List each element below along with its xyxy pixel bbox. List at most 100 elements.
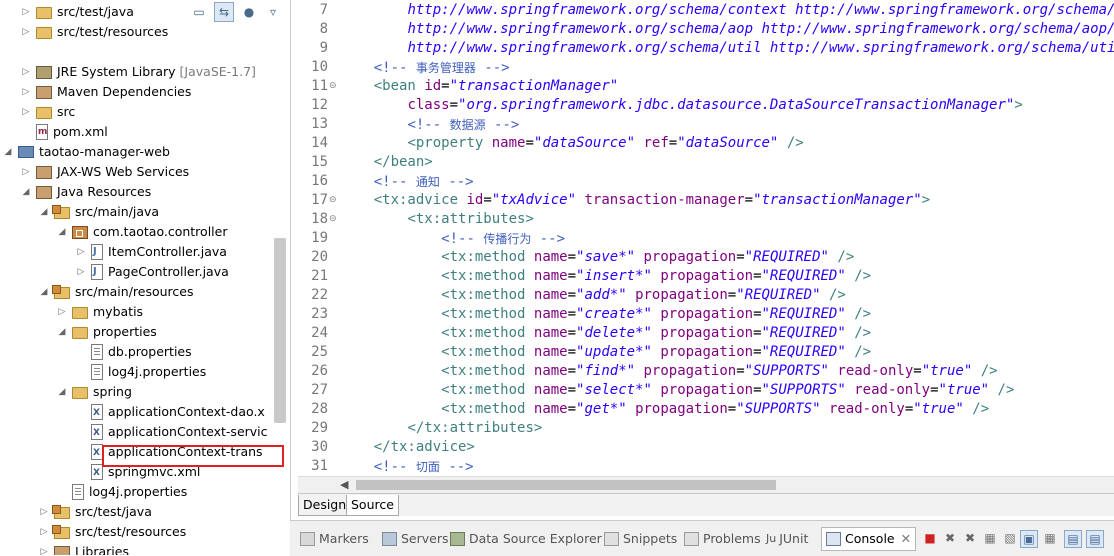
open-console-icon[interactable]: ▤ — [1064, 530, 1082, 548]
scroll-left-icon[interactable]: ◀ — [340, 478, 348, 491]
tree-item[interactable]: ▷ src/test/resources — [20, 22, 168, 42]
fold-toggle-icon[interactable]: ⊝ — [329, 214, 337, 224]
collapse-arrow-icon[interactable]: ◢ — [38, 282, 50, 302]
tree-item-label: src/test/java — [57, 4, 134, 19]
line-number: 23 — [311, 306, 328, 322]
tree-item[interactable]: ▷ mybatis — [56, 302, 143, 322]
tab-snippets[interactable]: Snippets — [604, 530, 677, 548]
clear-console-icon[interactable]: ▦ — [982, 530, 998, 546]
tree-item[interactable]: ▷ Libraries — [38, 542, 129, 555]
tab-source[interactable]: Source — [346, 495, 399, 516]
library-icon — [36, 65, 52, 79]
pom-file-icon — [36, 122, 48, 142]
terminate-icon[interactable]: ■ — [922, 530, 938, 546]
filters-icon[interactable]: ● — [240, 3, 258, 21]
close-icon[interactable]: ✕ — [901, 528, 911, 550]
expand-arrow-icon[interactable]: ▷ — [20, 2, 32, 22]
tree-item[interactable]: pom.xml — [20, 122, 108, 142]
remove-all-icon[interactable]: ✖ — [962, 530, 978, 546]
xml-file-icon — [91, 423, 103, 443]
explorer-vertical-scrollbar[interactable] — [274, 238, 286, 423]
tree-item[interactable]: ▷ ItemController.java — [75, 242, 227, 262]
tab-markers[interactable]: Markers — [300, 530, 369, 548]
code-line: <tx:method name="delete*" propagation="R… — [441, 325, 872, 341]
pin-console-icon[interactable]: ▣ — [1020, 530, 1038, 548]
expand-arrow-icon[interactable]: ▷ — [75, 262, 87, 282]
tab-problems[interactable]: Problems — [684, 530, 761, 548]
properties-file-icon — [72, 484, 84, 500]
tree-item[interactable]: ▷ JRE System Library [JavaSE-1.7] — [20, 62, 256, 82]
collapse-all-icon[interactable]: ▭ — [190, 3, 208, 21]
new-console-icon[interactable]: ▤ — [1086, 530, 1104, 548]
scrollbar-thumb[interactable] — [356, 480, 776, 490]
collapse-arrow-icon[interactable]: ◢ — [56, 322, 68, 342]
collapse-arrow-icon[interactable]: ◢ — [56, 222, 68, 242]
line-number: 18 — [311, 211, 328, 227]
tree-item-label: src/test/resources — [57, 24, 169, 39]
expand-arrow-icon[interactable]: ▷ — [20, 102, 32, 122]
display-selected-icon[interactable]: ▦ — [1042, 530, 1058, 546]
expand-arrow-icon[interactable]: ▷ — [38, 522, 50, 542]
expand-arrow-icon[interactable]: ▷ — [56, 302, 68, 322]
fold-toggle-icon[interactable]: ⊝ — [329, 81, 337, 91]
collapse-arrow-icon[interactable]: ◢ — [38, 202, 50, 222]
tree-item[interactable]: applicationContext-dao.x — [75, 402, 265, 423]
collapse-arrow-icon[interactable]: ◢ — [20, 182, 32, 202]
expand-arrow-icon[interactable]: ▷ — [38, 542, 50, 555]
tree-item[interactable]: ◢ com.taotao.controller — [56, 222, 228, 242]
tree-item[interactable]: ▷ src/test/resources — [38, 522, 186, 542]
expand-arrow-icon[interactable]: ▷ — [20, 162, 32, 182]
tree-item-label: mybatis — [93, 304, 144, 319]
tree-item[interactable]: ▷ PageController.java — [75, 262, 229, 282]
editor-horizontal-scrollbar[interactable]: ◀ — [298, 476, 1114, 493]
link-with-editor-icon[interactable]: ⇆ — [214, 2, 234, 22]
line-number: 14 — [311, 135, 328, 151]
tree-item[interactable]: ▷ src — [20, 102, 75, 122]
code-line: </bean> — [373, 154, 433, 170]
xml-editor[interactable]: 7 8 9 10 11 ⊝ 12 13 14 15 16 17 ⊝ 18 ⊝ 19 20 21 22 23 24 25 26… — [298, 0, 1114, 476]
tab-console[interactable]: Console ✕ — [821, 527, 917, 551]
source-folder-icon — [52, 285, 70, 299]
snippets-icon — [604, 532, 619, 546]
tree-item-label: JAX-WS Web Services — [57, 164, 190, 179]
tab-servers[interactable]: Servers — [382, 530, 449, 548]
view-menu-icon[interactable]: ▿ — [264, 3, 282, 21]
tree-item[interactable]: ▷ Maven Dependencies — [20, 82, 192, 102]
tree-item[interactable]: ▷ JAX-WS Web Services — [20, 162, 190, 182]
tab-label: Problems — [703, 531, 761, 546]
tree-item[interactable]: ▷ src/test/java — [20, 2, 134, 22]
tree-item[interactable]: ◢ spring — [56, 382, 132, 402]
expand-arrow-icon[interactable]: ▷ — [75, 242, 87, 262]
tree-item-label: com.taotao.controller — [93, 224, 228, 239]
collapse-arrow-icon[interactable]: ◢ — [56, 382, 68, 402]
tree-item[interactable]: log4j.properties — [75, 362, 206, 382]
project-icon — [18, 146, 34, 158]
xml-file-icon — [91, 403, 103, 423]
expand-arrow-icon[interactable]: ▷ — [20, 62, 32, 82]
tree-item[interactable]: ▷ src/test/java — [38, 502, 152, 522]
remove-launch-icon[interactable]: ✖ — [942, 530, 958, 546]
tree-item[interactable]: ◢ Java Resources — [20, 182, 152, 202]
tree-item[interactable]: ◢ taotao-manager-web — [2, 142, 170, 162]
expand-arrow-icon[interactable]: ▷ — [20, 22, 32, 42]
tree-item[interactable]: ◢ src/main/java — [38, 202, 159, 222]
tree-item[interactable]: db.properties — [75, 342, 192, 362]
java-file-icon — [91, 242, 103, 262]
tree-item[interactable]: applicationContext-servic — [75, 422, 268, 443]
line-number: 25 — [311, 344, 328, 360]
fold-toggle-icon[interactable]: ⊝ — [329, 195, 337, 205]
tab-data-source-explorer[interactable]: Data Source Explorer — [450, 530, 602, 548]
scroll-lock-icon[interactable]: ▧ — [1002, 530, 1018, 546]
expand-arrow-icon[interactable]: ▷ — [20, 82, 32, 102]
tab-design[interactable]: Design — [298, 495, 352, 516]
tree-item[interactable]: ◢ src/main/resources — [38, 282, 193, 302]
library-icon — [54, 545, 70, 555]
line-number: 12 — [311, 97, 328, 113]
tab-junit[interactable]: Ju JUnit — [766, 530, 808, 548]
tree-item[interactable]: log4j.properties — [56, 482, 187, 502]
library-icon — [36, 185, 52, 199]
tree-item-label: Libraries — [75, 544, 129, 555]
collapse-arrow-icon[interactable]: ◢ — [2, 142, 14, 162]
tree-item[interactable]: ◢ properties — [56, 322, 157, 342]
expand-arrow-icon[interactable]: ▷ — [38, 502, 50, 522]
